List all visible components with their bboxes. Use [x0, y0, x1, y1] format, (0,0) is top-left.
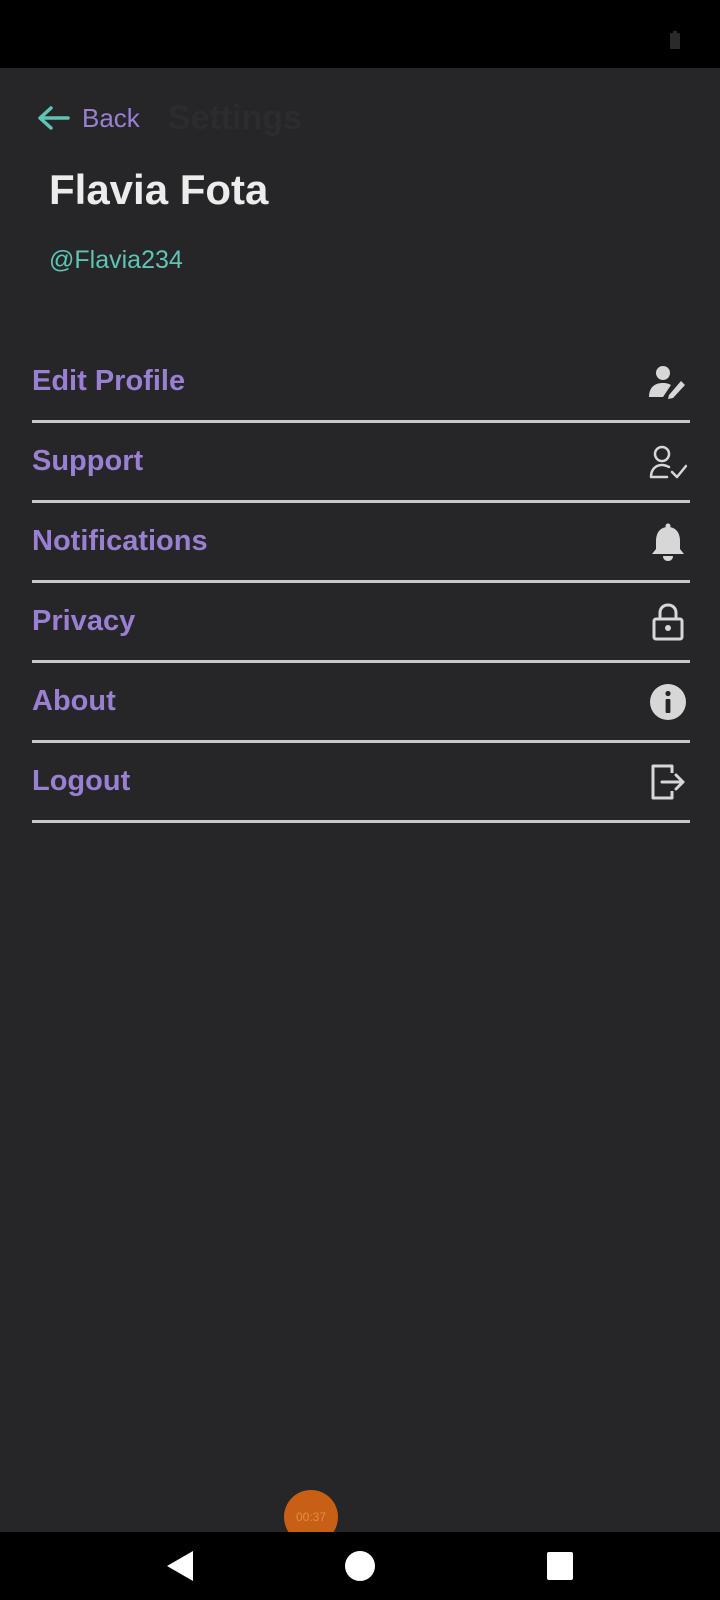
menu-item-label: Support — [32, 445, 144, 477]
menu-item-label: Logout — [32, 765, 131, 797]
settings-screen: Back Settings Flavia Fota @Flavia234 Edi… — [0, 0, 720, 1600]
menu-item-logout[interactable]: Logout — [32, 743, 690, 823]
logout-icon — [648, 762, 688, 802]
profile-name: Flavia Fota — [49, 166, 269, 213]
nav-back-button[interactable] — [140, 1532, 220, 1600]
status-bar — [0, 0, 720, 68]
system-nav-bar — [0, 1532, 720, 1600]
menu-item-edit-profile[interactable]: Edit Profile — [32, 343, 690, 423]
nav-home-button[interactable] — [320, 1532, 400, 1600]
menu-item-label: Privacy — [32, 605, 136, 637]
back-button[interactable]: Back — [82, 103, 140, 134]
user-check-icon — [648, 442, 688, 482]
header: Back Settings — [36, 96, 302, 140]
info-icon — [648, 682, 688, 722]
menu-item-about[interactable]: About — [32, 663, 690, 743]
page-title: Settings — [167, 98, 302, 137]
lock-icon — [648, 602, 688, 642]
menu-item-label: Notifications — [32, 525, 208, 557]
settings-menu: Edit Profile Support Notifications Priva… — [32, 343, 690, 823]
nav-home-icon — [345, 1551, 375, 1581]
edit-user-icon — [648, 362, 688, 402]
nav-recents-icon — [547, 1552, 573, 1580]
arrow-left-icon[interactable] — [36, 104, 70, 132]
nav-back-icon — [167, 1551, 193, 1581]
menu-item-support[interactable]: Support — [32, 423, 690, 503]
menu-item-label: Edit Profile — [32, 365, 186, 397]
profile-handle: @Flavia234 — [49, 246, 183, 274]
menu-item-privacy[interactable]: Privacy — [32, 583, 690, 663]
nav-recents-button[interactable] — [520, 1532, 600, 1600]
bell-icon — [648, 522, 688, 562]
menu-item-label: About — [32, 685, 116, 717]
menu-item-notifications[interactable]: Notifications — [32, 503, 690, 583]
battery-icon — [670, 31, 680, 49]
